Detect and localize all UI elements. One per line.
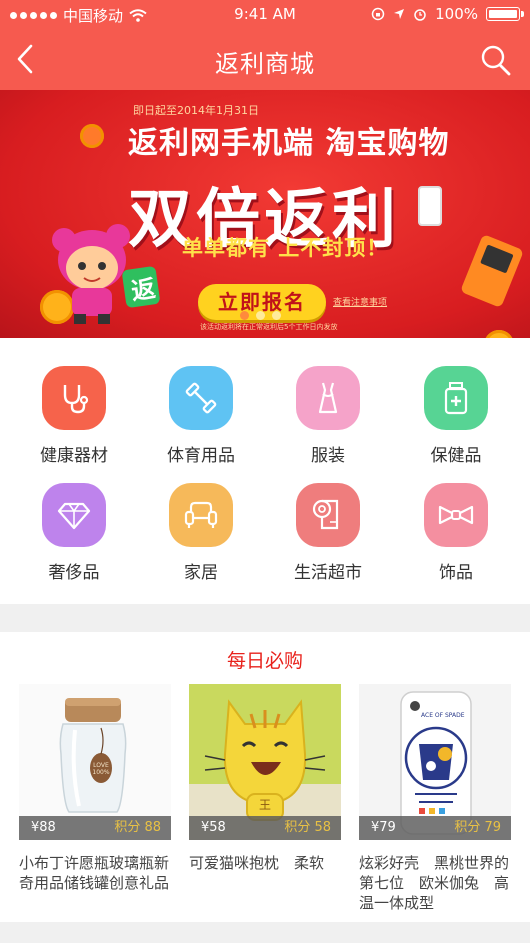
category-luxury[interactable]: 奢侈品 (19, 483, 129, 583)
phone-illustration (418, 186, 442, 226)
carousel-dot[interactable] (272, 311, 281, 320)
banner-subtitle: 单单都有 上不封顶！ (182, 236, 389, 260)
category-label: 生活超市 (294, 563, 362, 583)
product-name: 可爱猫咪抱枕 柔软 (189, 854, 325, 872)
category-label: 体育用品 (167, 446, 235, 466)
product-points: 积分 58 (284, 820, 331, 835)
coin-icon (484, 330, 514, 338)
page-title: 返利商城 (215, 50, 315, 78)
daily-picks-section: 每日必购 LOVE 100% ¥88 积分 88 小布丁许愿瓶玻璃瓶新奇用品储钱… (0, 632, 530, 922)
section-title: 每日必购 (226, 650, 303, 672)
dumbbell-icon (185, 382, 217, 414)
product-name: 小布丁许愿瓶玻璃瓶新奇用品储钱罐创意礼品 (19, 854, 170, 892)
price-bar: ¥58 积分 58 (189, 816, 341, 840)
category-label: 服装 (311, 446, 345, 466)
product-name: 炫彩好壳 黑桃世界的第七位 欧米伽兔 高温一体成型 (359, 854, 510, 912)
category-label: 保健品 (430, 446, 482, 466)
product-price: ¥79 (371, 820, 396, 835)
banner-date: 即日起至2014年1月31日 (133, 104, 259, 117)
pillow-mark: 王 (259, 798, 272, 812)
category-icon-tile (169, 483, 233, 547)
rules-link[interactable]: 查看注意事项 (333, 295, 387, 308)
mascot-badge: 返 (129, 274, 158, 306)
jar-tag: LOVE 100% (92, 762, 110, 776)
carousel-indicator[interactable] (240, 311, 281, 320)
product-price: ¥88 (31, 820, 56, 835)
banner-footnote: 该活动返利将在正常返利后5个工作日内发放 (200, 323, 338, 331)
category-supermarket[interactable]: 生活超市 (273, 483, 383, 583)
category-label: 健康器材 (40, 446, 108, 466)
category-icon-tile (296, 483, 360, 547)
product-card[interactable]: ACE OF SPADE ¥79 积分 79 炫彩好壳 黑桃世界的第七位 欧米伽… (359, 684, 511, 913)
category-label: 饰品 (439, 563, 473, 583)
price-bar: ¥79 积分 79 (359, 816, 511, 840)
category-icon-tile (296, 366, 360, 430)
case-print: ACE OF SPADE (421, 712, 465, 719)
rotation-lock-icon (371, 7, 385, 21)
category-icon-tile (169, 366, 233, 430)
category-icon-tile (42, 483, 106, 547)
dress-icon (318, 382, 338, 414)
category-health-supplements[interactable]: 保健品 (401, 366, 511, 466)
category-health-equipment[interactable]: 健康器材 (19, 366, 129, 466)
category-accessories[interactable]: 饰品 (401, 483, 511, 583)
product-image: LOVE 100% ¥88 积分 88 (19, 684, 171, 840)
product-image: ACE OF SPADE ¥79 积分 79 (359, 684, 511, 840)
category-label: 家居 (184, 563, 218, 583)
battery-icon (486, 7, 524, 21)
search-icon[interactable] (480, 44, 512, 76)
carousel-dot[interactable] (240, 311, 249, 320)
bow-tie-icon (438, 505, 474, 525)
mp3-player-illustration (459, 234, 525, 308)
top-bar: 中国移动 9:41 AM 100% 返利商城 (0, 0, 530, 90)
category-icon-tile (424, 483, 488, 547)
diamond-icon (57, 502, 91, 530)
battery-percent: 100% (435, 5, 478, 23)
promo-banner[interactable]: 返 即日起至2014年1月31日 返利网手机端 淘宝购物 双倍返利 单单都有 上… (0, 90, 530, 338)
product-image: 王 ¥58 积分 58 (189, 684, 341, 840)
banner-headline: 返利网手机端 淘宝购物 (128, 126, 450, 161)
carousel-dot[interactable] (256, 311, 265, 320)
alarm-icon (414, 9, 426, 21)
price-bar: ¥88 积分 88 (19, 816, 171, 840)
category-clothing[interactable]: 服装 (273, 366, 383, 466)
category-label: 奢侈品 (48, 563, 100, 583)
sofa-icon (184, 501, 218, 528)
product-points: 积分 88 (114, 820, 161, 835)
status-bar: 中国移动 9:41 AM 100% (0, 0, 530, 30)
category-grid: 健康器材 体育用品 服装 保健品 奢侈品 家居 生活超市 饰品 (0, 338, 530, 604)
category-icon-tile (424, 366, 488, 430)
product-card[interactable]: LOVE 100% ¥88 积分 88 小布丁许愿瓶玻璃瓶新奇用品储钱罐创意礼品 (19, 684, 171, 893)
category-sports[interactable]: 体育用品 (146, 366, 256, 466)
product-price: ¥58 (201, 820, 226, 835)
nav-bar: 返利商城 (0, 30, 530, 90)
product-points: 积分 79 (454, 820, 501, 835)
category-icon-tile (42, 366, 106, 430)
location-icon (394, 9, 405, 19)
product-card[interactable]: 王 ¥58 积分 58 可爱猫咪抱枕 柔软 (189, 684, 341, 873)
medicine-bottle-icon (444, 382, 468, 415)
toilet-paper-icon (312, 499, 339, 530)
coin-icon (80, 124, 104, 148)
stethoscope-icon (63, 385, 89, 414)
category-home[interactable]: 家居 (146, 483, 256, 583)
